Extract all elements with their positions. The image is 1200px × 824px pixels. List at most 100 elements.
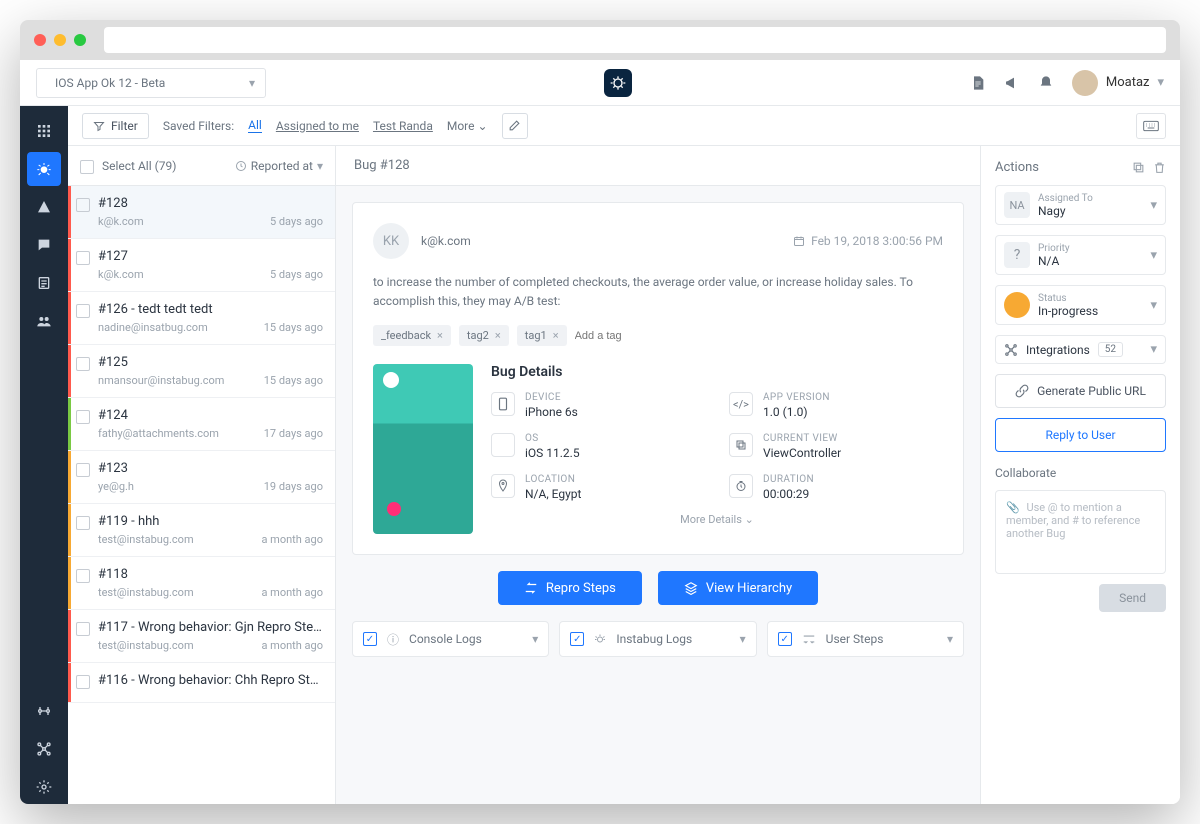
bug-row-checkbox[interactable]: [76, 622, 90, 636]
trash-icon[interactable]: [1153, 161, 1166, 174]
bug-row-title: #117 - Wrong behavior: Gjn Repro Steps: …: [98, 620, 323, 635]
meta-location: LOCATIONN/A, Egypt: [491, 474, 705, 501]
megaphone-icon[interactable]: [1004, 75, 1020, 91]
instabug-logs-box[interactable]: ✓ Instabug Logs ▾: [559, 621, 756, 657]
filter-all[interactable]: All: [248, 118, 262, 133]
nav-surveys[interactable]: [27, 266, 61, 300]
bug-row-checkbox[interactable]: [76, 357, 90, 371]
nav-bugs[interactable]: [27, 152, 61, 186]
app-selector[interactable]: IOS App Ok 12 - Beta ▾: [36, 68, 266, 98]
document-icon[interactable]: [970, 75, 986, 91]
check-icon: ✓: [778, 632, 792, 646]
bug-row[interactable]: #126 - tedt tedt tedtnadine@insatbug.com…: [68, 292, 335, 345]
collaborate-input[interactable]: 📎 Use @ to mention a member, and # to re…: [995, 490, 1166, 574]
console-logs-box[interactable]: ✓ ⓘ Console Logs ▾: [352, 621, 549, 657]
bug-row[interactable]: #123ye@g.h19 days ago: [68, 451, 335, 504]
reply-to-user-button[interactable]: Reply to User: [995, 418, 1166, 452]
add-tag-input[interactable]: [575, 330, 645, 342]
nav-crashes[interactable]: [27, 190, 61, 224]
detail-title: Bug #128: [336, 146, 980, 186]
bug-row[interactable]: #118test@instabug.coma month ago: [68, 557, 335, 610]
bug-row-title: #127: [98, 249, 323, 264]
window-max-dot[interactable]: [74, 34, 86, 46]
sort-menu[interactable]: Reported at ▾: [235, 159, 323, 173]
bug-row-checkbox[interactable]: [76, 516, 90, 530]
bug-details-title: Bug Details: [491, 364, 943, 380]
nav-users[interactable]: [27, 304, 61, 338]
bug-row[interactable]: #128k@k.com5 days ago: [68, 186, 335, 239]
integrations-select[interactable]: Integrations 52 ▾: [995, 335, 1166, 364]
view-hierarchy-button[interactable]: View Hierarchy: [658, 571, 818, 605]
bug-row-checkbox[interactable]: [76, 198, 90, 212]
generate-url-button[interactable]: Generate Public URL: [995, 374, 1166, 408]
filter-button[interactable]: Filter: [82, 113, 149, 139]
app-logo: [604, 69, 632, 97]
bug-row-checkbox[interactable]: [76, 463, 90, 477]
window-min-dot[interactable]: [54, 34, 66, 46]
actions-title: Actions: [995, 160, 1039, 175]
bug-screenshot[interactable]: [373, 364, 473, 534]
bug-description: to increase the number of completed chec…: [373, 273, 943, 311]
bug-row-email: test@instabug.com: [98, 586, 194, 599]
integrations-icon: [1004, 343, 1018, 357]
nav-settings[interactable]: [27, 770, 61, 804]
chevron-down-icon: ▾: [532, 632, 538, 646]
bug-row[interactable]: #116 - Wrong behavior: Chh Repro Steps: …: [68, 663, 335, 703]
chevron-down-icon: ▾: [740, 632, 746, 646]
bug-row-checkbox[interactable]: [76, 304, 90, 318]
url-bar[interactable]: [104, 27, 1166, 53]
nav-network[interactable]: [27, 732, 61, 766]
meta-os: OSiOS 11.2.5: [491, 433, 705, 460]
copy-icon: [729, 433, 753, 457]
status-select[interactable]: StatusIn-progress ▾: [995, 285, 1166, 325]
filter-more[interactable]: More ⌄: [447, 119, 488, 133]
nav-chats[interactable]: [27, 228, 61, 262]
bug-row[interactable]: #125nmansour@instabug.com15 days ago: [68, 345, 335, 398]
send-button[interactable]: Send: [1099, 584, 1166, 612]
collaborate-label: Collaborate: [995, 466, 1166, 480]
nav-integrations[interactable]: [27, 694, 61, 728]
reporter-initials: KK: [373, 223, 409, 259]
remove-tag-icon[interactable]: ×: [437, 329, 443, 342]
assigned-to-select[interactable]: NA Assigned ToNagy ▾: [995, 185, 1166, 225]
filter-test[interactable]: Test Randa: [373, 119, 433, 133]
select-all-checkbox[interactable]: [80, 160, 94, 174]
bug-row-email: ye@g.h: [98, 480, 134, 493]
user-menu[interactable]: Moataz ▾: [1072, 70, 1164, 96]
bug-row-checkbox[interactable]: [76, 251, 90, 265]
keyboard-button[interactable]: [1136, 113, 1166, 139]
priority-select[interactable]: ? PriorityN/A ▾: [995, 235, 1166, 275]
more-details-link[interactable]: More Details ⌄: [491, 513, 943, 526]
remove-tag-icon[interactable]: ×: [495, 329, 501, 342]
bug-row-age: 15 days ago: [264, 374, 323, 387]
attachment-icon: 📎: [1006, 501, 1020, 514]
app-selector-label: IOS App Ok 12 - Beta: [55, 76, 165, 90]
bug-row-age: 15 days ago: [264, 321, 323, 334]
bell-icon[interactable]: [1038, 75, 1054, 91]
bug-row-age: a month ago: [261, 586, 323, 599]
edit-filters-button[interactable]: [502, 113, 528, 139]
bug-row[interactable]: #117 - Wrong behavior: Gjn Repro Steps: …: [68, 610, 335, 663]
bug-row-title: #125: [98, 355, 323, 370]
chevron-down-icon: ▾: [947, 632, 953, 646]
window-close-dot[interactable]: [34, 34, 46, 46]
repro-steps-button[interactable]: Repro Steps: [498, 571, 642, 605]
nav-apps[interactable]: [27, 114, 61, 148]
bug-row-checkbox[interactable]: [76, 410, 90, 424]
bug-row[interactable]: #124fathy@attachments.com17 days ago: [68, 398, 335, 451]
bug-row-title: #116 - Wrong behavior: Chh Repro Steps: …: [98, 673, 323, 688]
check-icon: ✓: [570, 632, 584, 646]
bug-row-checkbox[interactable]: [76, 675, 90, 689]
left-nav: [20, 106, 68, 804]
remove-tag-icon[interactable]: ×: [553, 329, 559, 342]
user-steps-box[interactable]: ✓ User Steps ▾: [767, 621, 964, 657]
status-dot: [1004, 292, 1030, 318]
copy-icon[interactable]: [1132, 161, 1145, 174]
bug-row[interactable]: #119 - hhhtest@instabug.coma month ago: [68, 504, 335, 557]
bug-row[interactable]: #127k@k.com5 days ago: [68, 239, 335, 292]
topbar: IOS App Ok 12 - Beta ▾: [20, 60, 1180, 106]
info-icon: ⓘ: [387, 631, 399, 648]
bug-row-checkbox[interactable]: [76, 569, 90, 583]
filter-assigned[interactable]: Assigned to me: [276, 119, 359, 133]
meta-device: DEVICEiPhone 6s: [491, 392, 705, 419]
